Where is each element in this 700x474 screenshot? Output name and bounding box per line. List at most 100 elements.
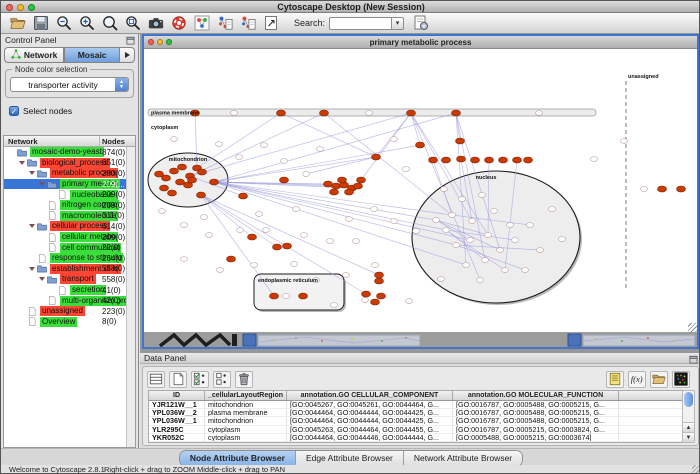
selected-gene-node[interactable] [283, 243, 292, 249]
node-color-dropdown[interactable]: transporter activity ▲▼ [10, 77, 129, 92]
network-view-titlebar[interactable]: primary metabolic process [144, 36, 697, 49]
tree-item-primary-metabo[interactable]: primary metabo209(... [4, 179, 135, 190]
expand-arrow-icon[interactable] [18, 161, 26, 165]
selected-gene-node[interactable] [338, 177, 347, 183]
selected-gene-node[interactable] [371, 299, 380, 305]
table-row[interactable]: YPL036W__1mitochondrion[GO:0044464, GO:0… [149, 417, 683, 425]
tree-item-unassigned[interactable]: unassigned223(0) [4, 306, 135, 317]
gene-node[interactable] [559, 237, 566, 242]
selected-gene-node[interactable] [277, 110, 286, 116]
gene-node[interactable] [403, 167, 410, 172]
gene-node[interactable] [459, 197, 466, 202]
tree-item-nitrogen-compo[interactable]: nitrogen compo209(0) [4, 200, 135, 211]
table-row[interactable]: YLR295Ccytoplasm[GO:0045263, GO:0044464,… [149, 426, 683, 434]
gene-node[interactable] [343, 273, 350, 278]
gene-node[interactable] [413, 229, 420, 234]
gene-node[interactable] [251, 263, 258, 268]
gene-node[interactable] [263, 228, 270, 233]
gene-node[interactable] [201, 215, 208, 220]
selected-gene-node[interactable] [227, 256, 236, 262]
search-settings-icon[interactable] [410, 14, 431, 33]
selected-gene-node[interactable] [324, 181, 333, 187]
tab-network-attribute-browser[interactable]: Network Attribute Browser [404, 451, 522, 466]
table-scrollbar-thumb[interactable] [684, 392, 693, 407]
selected-gene-node[interactable] [299, 293, 308, 299]
matrix-icon[interactable] [672, 371, 690, 388]
import-folder-icon[interactable] [650, 371, 668, 388]
tree-item-establishment-of-lo[interactable]: establishment of lo558(0) [4, 264, 135, 275]
tab-node-attribute-browser[interactable]: Node Attribute Browser [180, 451, 296, 466]
tree-column-nodes[interactable]: Nodes [100, 136, 135, 146]
tree-item-multi-organism-pro[interactable]: multi-organism pro42(0) [4, 295, 135, 306]
selected-gene-node[interactable] [658, 186, 667, 192]
edge[interactable] [201, 195, 277, 247]
gene-node[interactable] [485, 233, 492, 238]
gene-node[interactable] [281, 159, 288, 164]
selected-gene-node[interactable] [452, 110, 461, 116]
gene-node[interactable] [482, 258, 489, 263]
select-attributes-icon[interactable] [191, 371, 209, 388]
gene-node[interactable] [171, 137, 178, 142]
column-header[interactable]: annotation.GO CELLULAR_COMPONENT [287, 391, 453, 400]
selected-gene-node[interactable] [160, 185, 169, 191]
gene-node[interactable] [391, 219, 398, 224]
gene-node[interactable] [591, 157, 598, 162]
gene-node[interactable] [331, 303, 338, 308]
selected-gene-node[interactable] [372, 154, 381, 160]
scroll-down-icon[interactable]: ▼ [683, 432, 694, 442]
edge[interactable] [190, 113, 324, 176]
tree-item-secretion[interactable]: secretion41(0) [4, 285, 135, 296]
selected-gene-node[interactable] [407, 110, 416, 116]
gene-node[interactable] [181, 257, 188, 262]
selected-gene-node[interactable] [429, 157, 438, 163]
tree-item-cell-communicat[interactable]: cell communicat22(0) [4, 242, 135, 253]
unselect-attributes-icon[interactable] [213, 371, 231, 388]
selected-gene-node[interactable] [362, 291, 371, 297]
edge[interactable] [214, 182, 446, 230]
selected-gene-node[interactable] [354, 183, 363, 189]
gene-node[interactable] [536, 111, 543, 116]
zoom-out-icon[interactable] [53, 14, 74, 33]
gene-node[interactable] [453, 243, 460, 248]
tab-overflow-button[interactable] [120, 47, 135, 63]
gene-node[interactable] [291, 262, 298, 267]
selected-gene-node[interactable] [375, 272, 384, 278]
gene-node[interactable] [159, 209, 166, 214]
tree-column-network[interactable]: Network [4, 136, 100, 146]
selected-gene-node[interactable] [471, 157, 480, 163]
new-attribute-icon[interactable] [169, 371, 187, 388]
selected-gene-node[interactable] [457, 156, 466, 162]
gene-node[interactable] [441, 187, 448, 192]
selected-gene-node[interactable] [485, 157, 494, 163]
column-header[interactable]: annotation.GO MOLECULAR_FUNCTION [453, 391, 619, 400]
edge[interactable] [214, 157, 376, 182]
gene-node[interactable] [346, 217, 353, 222]
gene-node[interactable] [502, 268, 509, 273]
gene-node[interactable] [443, 228, 450, 233]
gene-node[interactable] [216, 142, 223, 147]
edge[interactable] [197, 113, 281, 168]
table-scrollbar[interactable]: ▲ ▼ [682, 390, 695, 443]
gene-node[interactable] [467, 238, 474, 243]
attribute-list-icon[interactable] [606, 371, 624, 388]
selected-gene-node[interactable] [357, 177, 366, 183]
selected-gene-node[interactable] [210, 179, 219, 185]
selected-gene-node[interactable] [442, 157, 451, 163]
gene-node[interactable] [497, 248, 504, 253]
tab-edge-attribute-browser[interactable]: Edge Attribute Browser [296, 451, 404, 466]
expand-arrow-icon[interactable] [38, 182, 46, 186]
tree-item-mosaic-demo-yeast[interactable]: mosaic-demo-yeast874(0) [4, 147, 135, 158]
edge[interactable] [281, 113, 376, 157]
gene-node[interactable] [537, 248, 544, 253]
tree-item-macromolecule[interactable]: macromolecule311(0) [4, 211, 135, 222]
selected-gene-node[interactable] [188, 177, 197, 183]
gene-node[interactable] [293, 207, 300, 212]
table-row[interactable]: YKR052Ccytoplasm[GO:0044464, GO:0044446,… [149, 434, 683, 442]
save-icon[interactable] [30, 14, 51, 33]
tree-item-cellular-metabo[interactable]: cellular metabo209(0) [4, 232, 135, 243]
gene-node[interactable] [327, 239, 334, 244]
attribute-table-icon[interactable] [147, 371, 165, 388]
table-row[interactable]: YDR039C__1mitochondrion[GO:0044464, GO:0… [149, 442, 683, 443]
selected-gene-node[interactable] [178, 164, 187, 170]
selected-gene-node[interactable] [280, 177, 289, 183]
